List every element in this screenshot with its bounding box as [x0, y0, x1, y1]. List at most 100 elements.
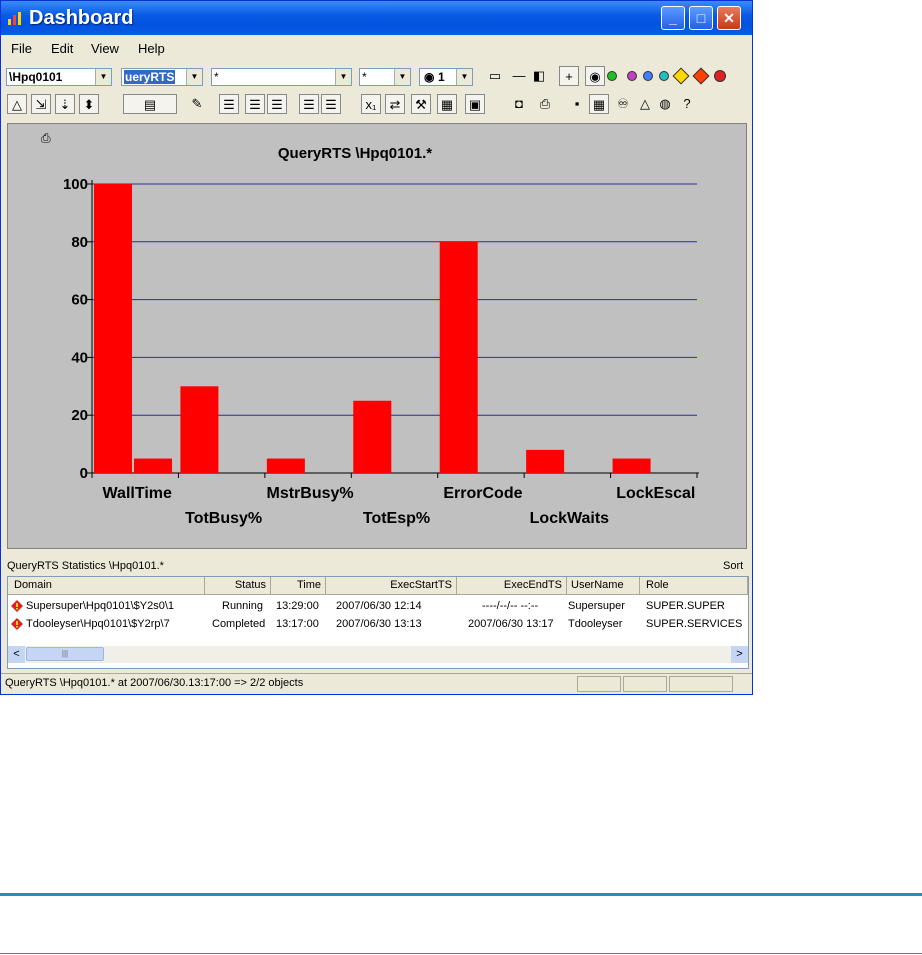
- y-tick-label: 60: [71, 292, 88, 309]
- bar: [439, 241, 478, 473]
- system-select[interactable]: \Hpq0101 ▼: [6, 68, 112, 86]
- horizontal-scrollbar[interactable]: < ||| >: [8, 646, 748, 663]
- y-tick-label: 100: [63, 176, 88, 193]
- line-icon: —: [512, 68, 526, 83]
- orange-diamond-icon[interactable]: [692, 67, 710, 85]
- y-tick-label: 0: [80, 465, 88, 482]
- chevron-right-icon[interactable]: >: [731, 646, 748, 663]
- minimize-button[interactable]: _: [661, 6, 685, 30]
- blue-dot-icon[interactable]: [643, 71, 653, 81]
- bar: [134, 458, 172, 473]
- window-icon[interactable]: ▭: [481, 66, 509, 86]
- divider-rule: [0, 953, 922, 954]
- record-icon[interactable]: ◉: [585, 66, 605, 86]
- sort-up-icon[interactable]: △: [7, 94, 27, 114]
- count-select-value: 1: [438, 70, 445, 84]
- column-header-execstartts[interactable]: ExecStartTS: [326, 577, 457, 595]
- page-icon: ⎙: [41, 131, 51, 145]
- sort-descend-icon[interactable]: ⇣: [55, 94, 75, 114]
- column-header-time[interactable]: Time: [271, 577, 326, 595]
- bar: [94, 184, 132, 473]
- properties-icon[interactable]: ▣: [465, 94, 485, 114]
- list-icon[interactable]: ☰: [219, 94, 239, 114]
- globe-icon[interactable]: ◍: [655, 94, 675, 114]
- bar: [180, 386, 219, 473]
- cyan-dot-icon[interactable]: [659, 71, 669, 81]
- crosshair-icon[interactable]: +: [559, 66, 579, 86]
- cell-execstartts: 2007/06/30 12:14: [336, 600, 422, 612]
- window-title: Dashboard: [29, 7, 134, 29]
- cell-username: Supersuper: [568, 600, 625, 612]
- system-select-value: \Hpq0101: [9, 70, 63, 84]
- stats-grid: Domain Status Time ExecStartTS ExecEndTS…: [7, 576, 749, 669]
- stats-label: QueryRTS Statistics \Hpq0101.*: [7, 560, 164, 572]
- cell-execendts: 2007/06/30 13:17: [468, 618, 554, 630]
- menu-view[interactable]: View: [91, 41, 119, 56]
- chevron-down-icon[interactable]: ▼: [186, 69, 202, 85]
- column-header-status[interactable]: Status: [205, 577, 271, 595]
- table-view-icon[interactable]: ▦: [589, 94, 609, 114]
- scrollbar-thumb[interactable]: |||: [26, 647, 104, 661]
- green-dot-icon[interactable]: [607, 71, 617, 81]
- dashboard-window: Dashboard _ □ ✕ File Edit View Help \Hpq…: [0, 0, 753, 695]
- chart-panel: ⎙ QueryRTS \Hpq0101.* 0 20 40 60 80 100 WallTime…: [7, 123, 747, 549]
- red-x-icon[interactable]: [714, 70, 726, 82]
- wrench-icon[interactable]: ✎: [187, 94, 207, 114]
- bar: [612, 458, 651, 473]
- outdent-icon[interactable]: ☰: [267, 94, 287, 114]
- yellow-diamond-icon[interactable]: [672, 67, 690, 85]
- sort-label[interactable]: Sort: [723, 560, 743, 572]
- chevron-down-icon[interactable]: ▼: [456, 69, 472, 85]
- chevron-down-icon[interactable]: ▼: [335, 69, 351, 85]
- column-header-domain[interactable]: Domain: [8, 577, 205, 595]
- bar-chart-icon: [8, 12, 21, 25]
- tools-icon[interactable]: ⚒: [411, 94, 431, 114]
- menu-bar: File Edit View Help: [1, 36, 752, 60]
- print-icon[interactable]: ▤: [123, 94, 177, 114]
- refresh-icon[interactable]: ⇄: [385, 94, 405, 114]
- cell-role: SUPER.SUPER: [646, 600, 725, 612]
- indent-icon[interactable]: ☰: [245, 94, 265, 114]
- menu-help[interactable]: Help: [138, 41, 165, 56]
- y-tick-label: 40: [71, 349, 88, 366]
- bar: [266, 458, 305, 473]
- column-header-execendts[interactable]: ExecEndTS: [457, 577, 567, 595]
- grid-icon[interactable]: ▦: [437, 94, 457, 114]
- align-right-icon[interactable]: ☰: [321, 94, 341, 114]
- filter2-select[interactable]: * ▼: [359, 68, 411, 86]
- triangle-icon[interactable]: △: [635, 94, 655, 114]
- subscript-icon[interactable]: x₁: [361, 94, 381, 114]
- chevron-down-icon[interactable]: ▼: [95, 69, 111, 85]
- chevron-down-icon[interactable]: ▼: [394, 69, 410, 85]
- status-message: QueryRTS \Hpq0101.* at 2007/06/30.13:17:…: [5, 677, 304, 689]
- chevron-left-icon[interactable]: <: [8, 646, 25, 663]
- sort-down-icon[interactable]: ⇲: [31, 94, 51, 114]
- x-tick-label: LockWaits: [530, 510, 610, 527]
- filter-select[interactable]: * ▼: [211, 68, 352, 86]
- cell-domain: Tdooleyser\Hpq0101\$Y2rp\7: [26, 618, 170, 630]
- panel-icon[interactable]: ◧: [529, 66, 549, 86]
- help-icon[interactable]: ?: [677, 94, 697, 114]
- menu-edit[interactable]: Edit: [51, 41, 73, 56]
- query-select[interactable]: ueryRTS ▼: [121, 68, 203, 86]
- divider-rule: [0, 893, 922, 896]
- sort-both-icon[interactable]: ⬍: [79, 94, 99, 114]
- maximize-button[interactable]: □: [689, 6, 713, 30]
- x-tick-label: MstrBusy%: [267, 485, 354, 502]
- align-left-icon[interactable]: ☰: [299, 94, 319, 114]
- binoculars-icon[interactable]: ♾: [613, 94, 633, 114]
- column-header-username[interactable]: UserName: [567, 577, 640, 595]
- count-select[interactable]: ◉ 1 ▼: [419, 68, 473, 86]
- cell-username: Tdooleyser: [568, 618, 623, 630]
- query-select-value: ueryRTS: [124, 70, 176, 84]
- column-header-role[interactable]: Role: [640, 577, 748, 595]
- menu-file[interactable]: File: [11, 41, 32, 56]
- page-icon[interactable]: ⎙: [535, 94, 555, 114]
- cell-time: 13:29:00: [276, 600, 319, 612]
- cell-role: SUPER.SERVICES: [646, 618, 743, 630]
- close-button[interactable]: ✕: [717, 6, 741, 30]
- save-icon[interactable]: ▪: [567, 94, 587, 114]
- camera-icon[interactable]: ◘: [509, 94, 529, 114]
- magenta-dot-icon[interactable]: [627, 71, 637, 81]
- title-bar[interactable]: Dashboard _ □ ✕: [1, 1, 752, 35]
